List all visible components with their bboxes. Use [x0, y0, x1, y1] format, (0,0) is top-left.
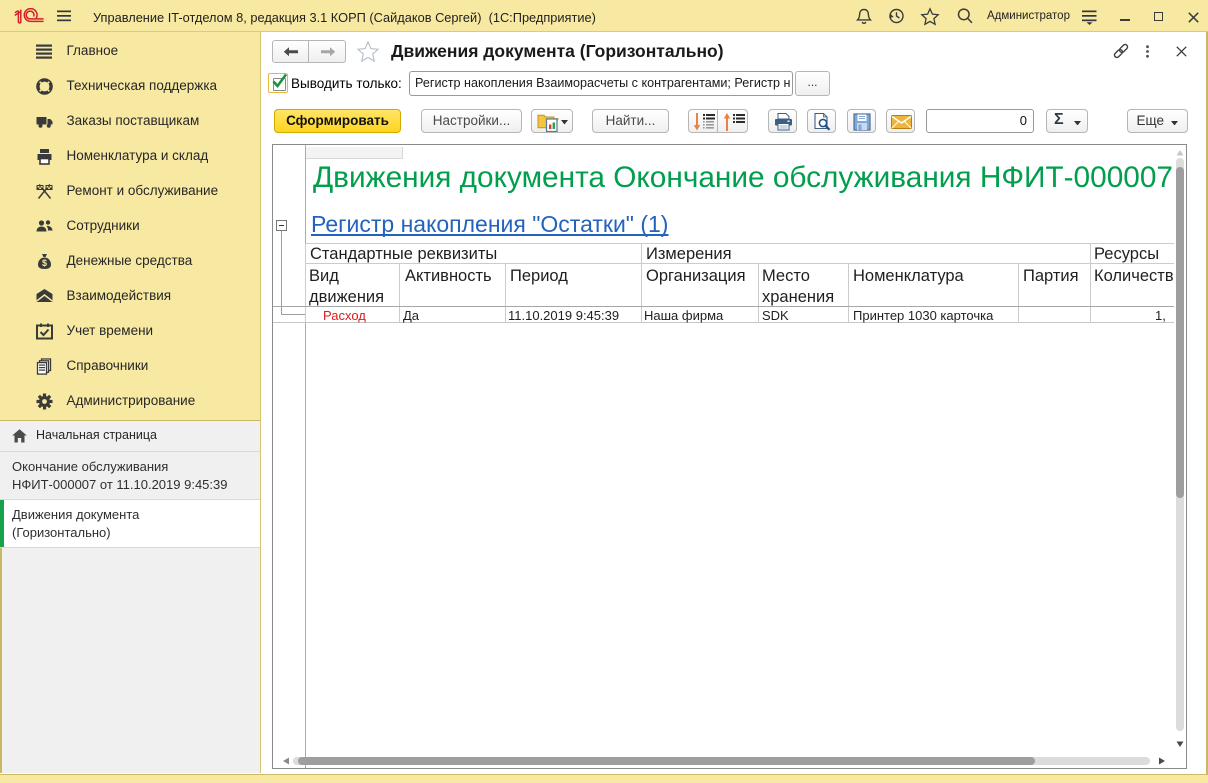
svg-text:$: $ — [42, 258, 47, 268]
